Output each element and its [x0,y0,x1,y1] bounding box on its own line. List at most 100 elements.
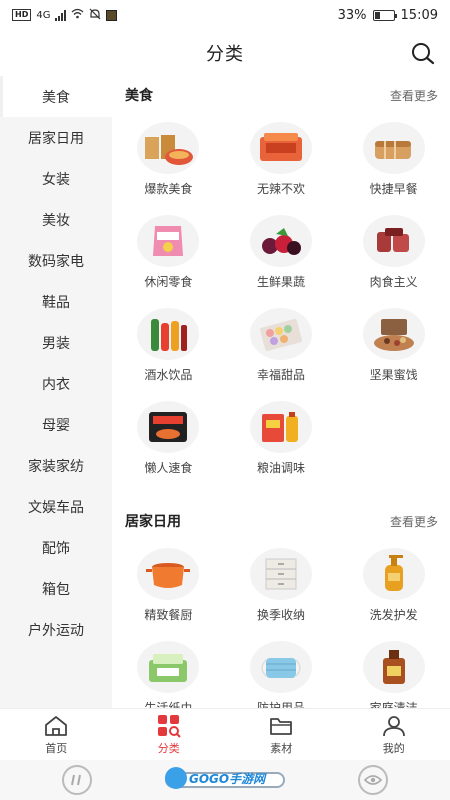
system-back-button[interactable] [62,765,92,795]
subcategory-instant[interactable]: 懒人速食 [112,393,225,486]
section-header-home: 居家日用 查看更多 [112,502,450,540]
sidebar-item-bags[interactable]: 箱包 [0,568,112,609]
system-eye-button[interactable] [358,765,388,795]
status-right: 33% 15:09 [338,8,438,23]
nav-category[interactable]: 分类 [113,709,226,760]
watermark-text: GOGO手游网 [189,771,266,786]
subcategory-spicy[interactable]: 无辣不欢 [225,114,338,207]
watermark-icon [165,767,187,789]
sidebar-item-label: 美食 [42,89,70,106]
sidebar-item-label: 户外运动 [28,622,84,639]
tissue-image [137,641,200,693]
sidebar-item-entertainment[interactable]: 文娱车品 [0,486,112,527]
snacks-image [137,215,200,267]
mask-image [249,641,312,693]
sidebar-item-digital[interactable]: 数码家电 [0,240,112,281]
sidebar-item-baby[interactable]: 母婴 [0,404,112,445]
sidebar-item-outdoor[interactable]: 户外运动 [0,609,112,650]
subcategory-label: 精致餐厨 [144,608,193,622]
instant-food-image [137,401,200,453]
mute-icon [89,8,101,23]
subcategory-label: 无辣不欢 [256,182,305,196]
home-icon [43,714,69,738]
subcategory-nuts[interactable]: 坚果蜜饯 [337,300,450,393]
subcategory-label: 休闲零食 [144,275,193,289]
subcategory-label: 生鲜果蔬 [256,275,305,289]
subcategory-label: 快捷早餐 [369,182,418,196]
sidebar-item-label: 美妆 [42,212,70,229]
signal-icon [55,9,67,21]
nav-profile[interactable]: 我的 [338,709,450,760]
subcategory-cleaning[interactable]: 家庭清洁 [337,633,450,708]
nav-label: 分类 [157,741,180,755]
grain-oil-image [249,401,312,453]
subcategory-drinks[interactable]: 酒水饮品 [112,300,225,393]
subcategory-desserts[interactable]: 幸福甜品 [225,300,338,393]
section-header-food: 美食 查看更多 [112,76,450,114]
hd-badge: HD [12,9,32,21]
subcategory-meat[interactable]: 肉食主义 [337,207,450,300]
subcategory-label: 肉食主义 [369,275,418,289]
cleaning-image [362,641,425,693]
search-icon[interactable] [410,41,436,67]
nav-materials[interactable]: 素材 [225,709,338,760]
subcategory-protection[interactable]: 防护用品 [225,633,338,708]
subcategory-label: 家庭清洁 [369,701,418,708]
battery-icon [372,9,397,21]
nuts-image [362,308,425,360]
subcategory-hair-care[interactable]: 洗发护发 [337,540,450,633]
sidebar-item-shoes[interactable]: 鞋品 [0,281,112,322]
hair-care-image [362,548,425,600]
subcategory-tissue[interactable]: 生活纸巾 [112,633,225,708]
subcategory-label: 爆款美食 [144,182,193,196]
clock: 15:09 [400,7,438,23]
sidebar-item-underwear[interactable]: 内衣 [0,363,112,404]
section-title: 美食 [125,88,153,104]
drinks-image [137,308,200,360]
subcategory-hot-food[interactable]: 爆款美食 [112,114,225,207]
sidebar-item-label: 男装 [42,335,70,352]
subcategory-snacks[interactable]: 休闲零食 [112,207,225,300]
subcategory-kitchen[interactable]: 精致餐厨 [112,540,225,633]
subcategory-label: 粮油调味 [256,461,305,475]
nav-label: 我的 [382,741,405,755]
sidebar-item-label: 女装 [42,171,70,188]
nav-home[interactable]: 首页 [0,709,113,760]
sidebar-item-men[interactable]: 男装 [0,322,112,363]
view-more-link[interactable]: 查看更多 [390,513,438,530]
bottom-nav: 首页 分类 素材 我的 [0,708,450,760]
subcategory-storage[interactable]: 换季收纳 [225,540,338,633]
subcategory-breakfast[interactable]: 快捷早餐 [337,114,450,207]
wifi-icon [71,8,84,22]
view-more-link[interactable]: 查看更多 [390,87,438,104]
subcategory-fresh[interactable]: 生鲜果蔬 [225,207,338,300]
network-type: 4G [36,9,51,21]
sidebar-item-decor[interactable]: 家装家纺 [0,445,112,486]
sidebar-item-accessories[interactable]: 配饰 [0,527,112,568]
subcategory-label: 坚果蜜饯 [369,368,418,382]
category-sidebar: 美食 居家日用 女装 美妆 数码家电 鞋品 男装 内衣 母婴 家装家纺 文娱车品… [0,76,112,708]
nav-label: 素材 [270,741,293,755]
subcategory-grain-oil[interactable]: 粮油调味 [225,393,338,486]
sidebar-item-beauty[interactable]: 美妆 [0,199,112,240]
watermark-logo: GOGO手游网 [165,767,265,789]
kitchen-image [137,548,200,600]
subcategory-label: 懒人速食 [144,461,193,475]
subcategory-label: 洗发护发 [369,608,418,622]
subcategory-label: 换季收纳 [256,608,305,622]
sidebar-item-label: 鞋品 [42,294,70,311]
nav-label: 首页 [45,741,68,755]
battery-percent: 33% [337,7,367,23]
category-content: 美食 查看更多 爆款美食 无辣不欢 快捷早餐 休闲零食 生鲜果蔬 肉食主义 酒水… [112,76,450,708]
sidebar-item-food[interactable]: 美食 [0,76,112,117]
subcategory-label: 防护用品 [256,701,305,708]
hot-food-image [137,122,200,174]
system-nav-bar: GOGO手游网 [0,760,450,800]
sidebar-item-women[interactable]: 女装 [0,158,112,199]
sidebar-item-home[interactable]: 居家日用 [0,117,112,158]
status-bar: HD 4G 33% 15:09 [0,0,450,30]
system-home-button[interactable]: GOGO手游网 [165,767,285,789]
desserts-image [249,308,312,360]
subcategory-grid-home: 精致餐厨 换季收纳 洗发护发 生活纸巾 防护用品 家庭清洁 [112,540,450,708]
storage-image [249,548,312,600]
